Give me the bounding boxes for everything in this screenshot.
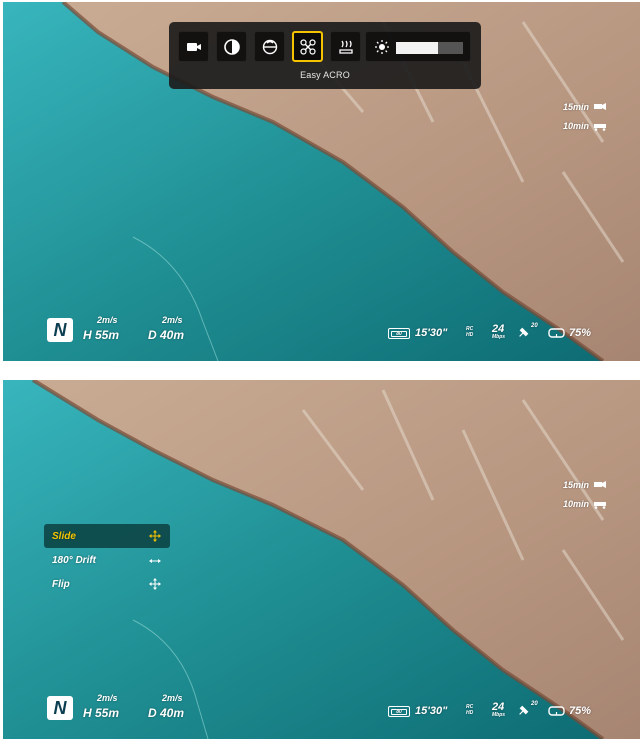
timer-1: 15min [563,102,607,112]
drone-battery-icon: 80 [388,328,410,339]
h-speed: 2m/s [97,315,118,325]
timer-2-label: 10min [562,499,589,509]
timer-2-label: 10min [562,121,589,131]
timer-1: 15min [563,480,607,490]
timer-2: 10min [563,499,607,509]
height-readout: H 55m [83,328,120,342]
hd-label: HD [466,332,474,338]
acro-mode-button[interactable] [292,31,323,62]
menu-item-flip[interactable]: Flip [52,579,70,590]
contrast-icon [223,38,240,55]
quick-settings-toolbar: Easy ACRO [169,22,481,89]
signal-strength: RC HD [466,704,473,716]
status-bar: 80 15'30" RC HD 24 Mbps 20 75% [388,701,628,721]
goggle-timer-icon [594,481,606,488]
h-speed: 2m/s [97,693,118,703]
goggle-battery: 75% [569,705,592,717]
fpv-view-top: Easy ACRO 15min 10min N 2m/s H 55m 2m/s … [3,2,640,361]
battery-label: 80 [391,708,407,715]
goggle-icon [548,328,565,338]
timer-1-label: 15min [562,102,589,112]
bitrate-value: 24 [492,323,505,335]
video-camera-icon [186,42,201,51]
status-bar: 80 15'30" RC HD 24 Mbps 20 75% [388,323,628,343]
brightness-slider[interactable] [365,31,471,62]
bitrate-value: 24 [492,701,505,713]
hd-label: HD [466,710,474,716]
mode-caption: Easy ACRO [300,70,350,80]
timer-1-label: 15min [562,480,589,490]
goggle-timer-icon [594,103,606,110]
gimbal-button[interactable] [254,31,285,62]
flight-time: 15'30" [415,327,448,339]
horizontal-arrows-icon [149,559,161,563]
menu-item-drift[interactable]: 180° Drift [52,555,96,566]
aerial-coast-image [3,380,640,739]
timer-2: 10min [563,121,607,131]
fpv-view-bottom: 15min 10min Slide 180° Drift Flip N 2m/s… [3,380,640,739]
bitrate: 24 Mbps [492,323,506,341]
satellite-icon: 20 [517,701,539,719]
d-speed: 2m/s [162,693,183,703]
goggle-icon [548,706,565,716]
drone-timer-icon [594,502,606,509]
gimbal-icon [262,39,277,54]
acro-drone-icon [299,38,316,55]
color-mode-button[interactable] [216,31,247,62]
video-mode-button[interactable] [178,31,209,62]
compass-north-badge: N [47,318,73,342]
satellite-count: 20 [531,323,538,329]
menu-item-slide[interactable]: Slide [52,531,76,542]
drone-battery-icon: 80 [388,706,410,717]
brightness-fill [396,42,438,54]
signal-strength: RC HD [466,326,473,338]
bitrate-unit: Mbps [492,712,506,718]
distance-readout: D 40m [148,328,185,342]
move-arrows-icon [149,530,161,542]
heat-button[interactable] [330,31,361,62]
drone-timer-icon [594,124,606,131]
satellite-count: 20 [531,701,538,707]
height-readout: H 55m [83,706,120,720]
goggle-battery: 75% [569,327,592,339]
distance-readout: D 40m [148,706,185,720]
satellite-icon: 20 [517,323,539,341]
flight-time: 15'30" [415,705,448,717]
brightness-icon [375,40,389,54]
bitrate: 24 Mbps [492,701,506,719]
d-speed: 2m/s [162,315,183,325]
brightness-track [396,42,463,54]
compass-north-badge: N [47,696,73,720]
move-arrows-icon [149,578,161,590]
bitrate-unit: Mbps [492,334,506,340]
battery-label: 80 [391,330,407,337]
heat-icon [338,40,353,54]
